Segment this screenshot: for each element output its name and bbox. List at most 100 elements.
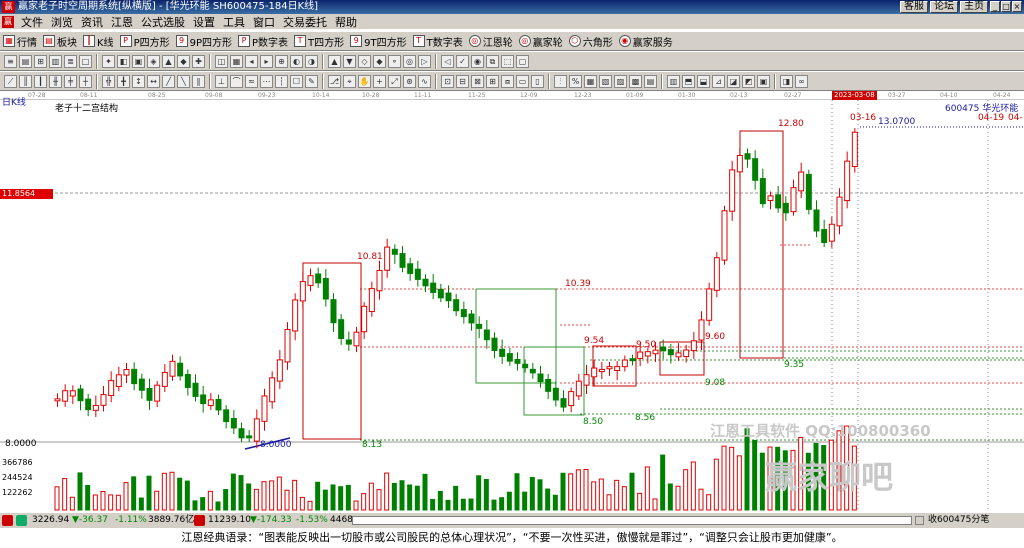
- tool-45-icon[interactable]: ◪: [727, 74, 740, 88]
- tool-8-icon[interactable]: ▣: [132, 54, 145, 68]
- sector-button[interactable]: ▤ 板块: [43, 34, 77, 49]
- tool-47-icon[interactable]: ▣: [757, 74, 770, 88]
- tool-24-icon[interactable]: ⚬: [388, 54, 401, 68]
- tool-7-icon[interactable]: ╋: [117, 74, 130, 88]
- tool-13-icon[interactable]: ◫: [215, 54, 228, 68]
- quotes-button[interactable]: ▦ 行情: [3, 34, 37, 49]
- kline-chart[interactable]: 日K线 老子十二宫结构 600475 华光环能 11.8564 8.0000 1…: [0, 98, 1024, 512]
- tool-9-icon[interactable]: ◈: [147, 54, 160, 68]
- tool-17-icon[interactable]: ┆: [275, 74, 288, 88]
- tool-38-icon[interactable]: ▨: [614, 74, 627, 88]
- menu-browse[interactable]: 浏览: [47, 14, 77, 30]
- tool-18-icon[interactable]: ☐: [290, 74, 303, 88]
- tool-35-icon[interactable]: %: [569, 74, 582, 88]
- tool-31-icon[interactable]: ⬚: [501, 54, 514, 68]
- tool-42-icon[interactable]: ⬒: [682, 74, 695, 88]
- tool-43-icon[interactable]: ⬓: [697, 74, 710, 88]
- tool-4-icon[interactable]: ≣: [64, 54, 77, 68]
- tool-10-icon[interactable]: ▲: [162, 54, 175, 68]
- tool-11-icon[interactable]: ◆: [177, 54, 190, 68]
- tool-0-icon[interactable]: ⟋: [4, 74, 17, 88]
- close-button[interactable]: ×: [1012, 1, 1022, 12]
- gann-wheel-button[interactable]: ◎ 江恩轮: [468, 34, 513, 49]
- menu-info[interactable]: 资讯: [77, 14, 107, 30]
- tool-19-icon[interactable]: ◑: [305, 54, 318, 68]
- t-square-button[interactable]: T T四方形: [294, 34, 344, 49]
- tool-24-icon[interactable]: ⤢: [388, 74, 401, 88]
- tool-26-icon[interactable]: ∿: [418, 74, 431, 88]
- tool-22-icon[interactable]: ✋: [358, 74, 371, 88]
- tool-18-icon[interactable]: ◐: [290, 54, 303, 68]
- tool-27-icon[interactable]: ◁: [441, 54, 454, 68]
- tool-21-icon[interactable]: ⌖: [343, 74, 356, 88]
- tool-19-icon[interactable]: ✎: [305, 74, 318, 88]
- p-square-button[interactable]: P P四方形: [119, 34, 170, 49]
- tool-46-icon[interactable]: ◩: [742, 74, 755, 88]
- menu-trade[interactable]: 交易委托: [279, 14, 331, 30]
- tool-3-icon[interactable]: ▥: [49, 54, 62, 68]
- tool-27-icon[interactable]: ⊡: [441, 74, 454, 88]
- tool-15-icon[interactable]: ≈: [245, 74, 258, 88]
- tool-25-icon[interactable]: ◎: [403, 54, 416, 68]
- tool-22-icon[interactable]: ◇: [358, 54, 371, 68]
- menu-help[interactable]: 帮助: [331, 14, 361, 30]
- tool-40-icon[interactable]: ▤: [644, 74, 657, 88]
- tool-9-icon[interactable]: ↔: [147, 74, 160, 88]
- tool-20-icon[interactable]: ▲: [328, 54, 341, 68]
- tool-6-icon[interactable]: ╬: [102, 74, 115, 88]
- tool-28-icon[interactable]: ⊟: [456, 74, 469, 88]
- tool-30-icon[interactable]: ⧉: [486, 54, 499, 68]
- tool-12-icon[interactable]: ∥: [192, 74, 205, 88]
- tool-1-icon[interactable]: ║: [19, 74, 32, 88]
- tool-29-icon[interactable]: ⊠: [471, 74, 484, 88]
- menu-formula[interactable]: 公式选股: [137, 14, 189, 30]
- tool-32-icon[interactable]: ▢: [516, 54, 529, 68]
- scroll-right-icon[interactable]: [915, 516, 924, 525]
- tool-31-icon[interactable]: ⧈: [501, 74, 514, 88]
- tool-16-icon[interactable]: ⋯: [260, 74, 273, 88]
- kline-button[interactable]: ┃ K线: [83, 34, 114, 49]
- tool-14-icon[interactable]: ⌒: [230, 74, 243, 88]
- tool-2-icon[interactable]: ⊞: [34, 54, 47, 68]
- t-table-button[interactable]: T T数字表: [412, 34, 463, 49]
- tool-23-icon[interactable]: +: [373, 74, 386, 88]
- tool-4-icon[interactable]: ╪: [64, 74, 77, 88]
- tool-20-icon[interactable]: ⎇: [328, 74, 341, 88]
- tool-14-icon[interactable]: ▦: [230, 54, 243, 68]
- tool-12-icon[interactable]: ✚: [192, 54, 205, 68]
- homepage-button[interactable]: 主页: [960, 1, 988, 13]
- menu-file[interactable]: 文件: [17, 14, 47, 30]
- tool-0-icon[interactable]: ≡: [4, 54, 17, 68]
- tool-49-icon[interactable]: ∞: [795, 74, 808, 88]
- winner-service-button[interactable]: ◉ 赢家服务: [618, 34, 673, 49]
- tool-13-icon[interactable]: ⊥: [215, 74, 228, 88]
- tool-10-icon[interactable]: ╱: [162, 74, 175, 88]
- tool-17-icon[interactable]: ⊕: [275, 54, 288, 68]
- tool-11-icon[interactable]: ╲: [177, 74, 190, 88]
- menu-settings[interactable]: 设置: [189, 14, 219, 30]
- forum-button[interactable]: 论坛: [930, 1, 958, 13]
- tool-15-icon[interactable]: ◂: [245, 54, 258, 68]
- winner-wheel-button[interactable]: ◎ 赢家轮: [518, 34, 563, 49]
- tool-25-icon[interactable]: ⊛: [403, 74, 416, 88]
- menu-window[interactable]: 窗口: [249, 14, 279, 30]
- tool-26-icon[interactable]: ▷: [418, 54, 431, 68]
- tool-30-icon[interactable]: ⊞: [486, 74, 499, 88]
- tool-5-icon[interactable]: ┼: [79, 74, 92, 88]
- tool-32-icon[interactable]: ▭: [516, 74, 529, 88]
- tool-33-icon[interactable]: ▯: [531, 74, 544, 88]
- tool-6-icon[interactable]: ✦: [102, 54, 115, 68]
- tool-16-icon[interactable]: ▸: [260, 54, 273, 68]
- minimize-button[interactable]: _: [990, 1, 1000, 12]
- horizontal-scrollbar[interactable]: [352, 516, 912, 525]
- p-table-button[interactable]: P P数字表: [238, 34, 288, 49]
- customer-service-button[interactable]: 客服: [900, 1, 928, 13]
- tool-28-icon[interactable]: ✓: [456, 54, 469, 68]
- tool-21-icon[interactable]: ▼: [343, 54, 356, 68]
- menu-gann[interactable]: 江恩: [107, 14, 137, 30]
- tool-34-icon[interactable]: ⫶: [554, 74, 567, 88]
- hexagon-button[interactable]: ⬡ 六角形: [568, 34, 613, 49]
- tool-23-icon[interactable]: ◆: [373, 54, 386, 68]
- tool-5-icon[interactable]: □: [79, 54, 92, 68]
- 9p-square-button[interactable]: 9 9P四方形: [175, 34, 232, 49]
